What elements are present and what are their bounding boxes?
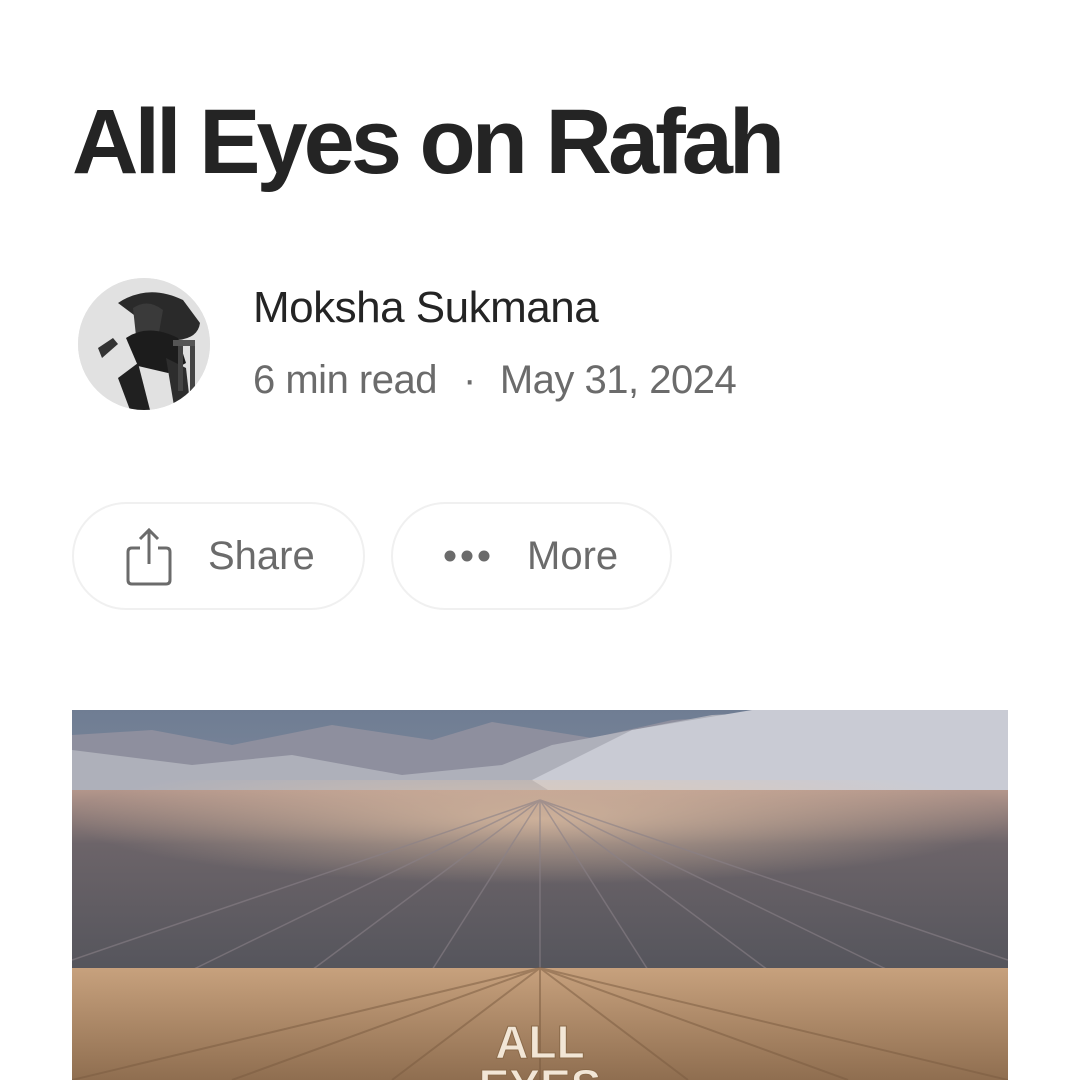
more-dots-icon [444,550,490,562]
article-title: All Eyes on Rafah [72,91,785,193]
hero-image: ALL EYES [72,710,1008,1080]
publish-date: May 31, 2024 [499,358,737,402]
author-avatar-photo [78,278,210,410]
share-icon [126,527,172,586]
hero-image-art: ALL EYES [72,710,1008,1080]
meta-separator: · [462,358,476,402]
read-time: 6 min read [253,358,437,402]
article-meta: 6 min read · May 31, 2024 [253,358,737,403]
author-avatar[interactable] [78,278,210,410]
more-button[interactable]: More [391,502,672,610]
share-label: Share [208,533,315,578]
author-name[interactable]: Moksha Sukmana [253,283,599,333]
share-button[interactable]: Share [72,502,365,610]
hero-image-text-line2: EYES [479,1060,602,1080]
more-label: More [527,533,619,578]
